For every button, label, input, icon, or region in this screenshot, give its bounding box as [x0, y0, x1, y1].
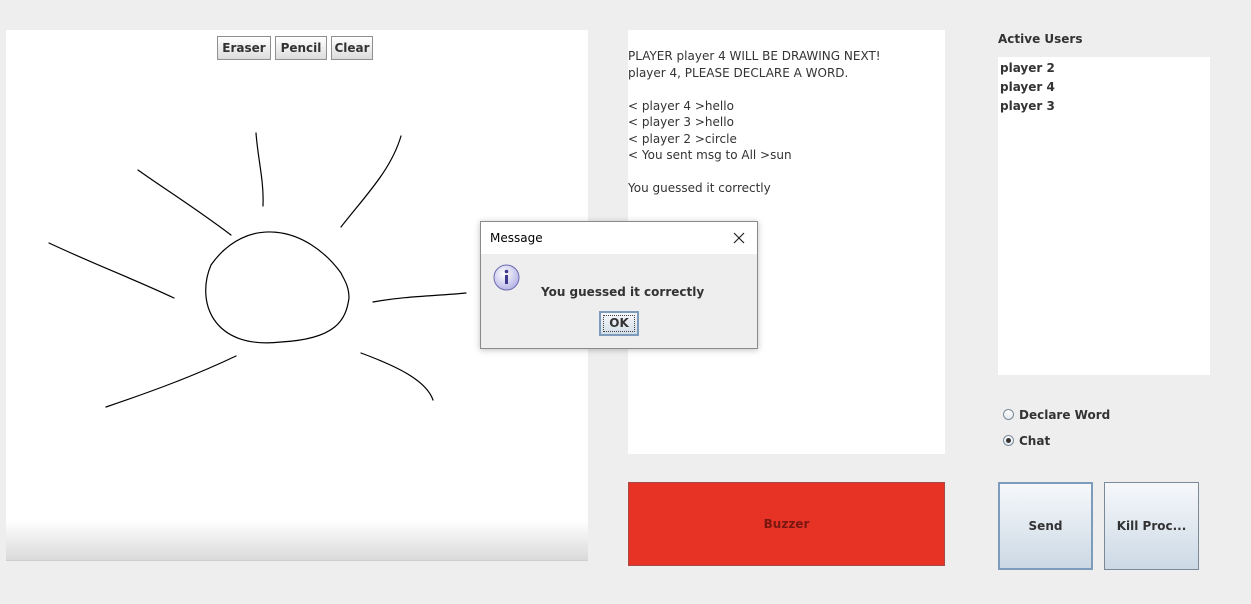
chat-line — [628, 164, 943, 181]
chat-line: player 4, PLEASE DECLARE A WORD. — [628, 65, 849, 80]
chat-line: < player 3 >hello — [628, 115, 734, 129]
drawing-toolbar — [6, 520, 588, 561]
chat-line: < player 2 >circle — [628, 131, 737, 146]
chat-line: < player 4 >hello — [628, 98, 734, 113]
user-list-item[interactable]: player 4 — [998, 78, 1210, 97]
focus-ring — [603, 315, 635, 332]
declare-word-label: Declare Word — [1019, 408, 1111, 422]
message-dialog: Message You guessed it correctly OK — [480, 221, 758, 349]
clear-button[interactable]: Clear — [331, 36, 373, 60]
dialog-title: Message — [490, 231, 543, 245]
buzzer-button[interactable]: Buzzer — [628, 482, 945, 566]
info-icon — [493, 264, 520, 291]
chat-label: Chat — [1019, 434, 1051, 448]
active-users-title: Active Users — [998, 32, 1083, 46]
chat-line: You guessed it correctly — [628, 181, 771, 195]
eraser-button[interactable]: Eraser — [217, 36, 271, 60]
radio-unselected-icon — [1003, 409, 1014, 420]
user-list-item[interactable]: player 3 — [998, 97, 1210, 116]
chat-line — [628, 81, 943, 98]
dialog-titlebar[interactable]: Message — [481, 222, 757, 254]
close-icon[interactable] — [727, 226, 751, 250]
chat-line: < You sent msg to All >sun — [628, 148, 792, 162]
kill-process-button[interactable]: Kill Proc... — [1104, 482, 1199, 570]
radio-selected-icon — [1003, 435, 1014, 446]
ok-button[interactable]: OK — [599, 311, 639, 336]
pencil-button[interactable]: Pencil — [275, 36, 327, 60]
chat-line: PLAYER player 4 WILL BE DRAWING NEXT! — [628, 49, 881, 63]
user-list-item[interactable]: player 2 — [998, 59, 1210, 78]
dialog-message: You guessed it correctly — [541, 285, 705, 299]
active-users-list[interactable]: player 2 player 4 player 3 — [998, 57, 1210, 375]
send-button[interactable]: Send — [998, 482, 1093, 570]
